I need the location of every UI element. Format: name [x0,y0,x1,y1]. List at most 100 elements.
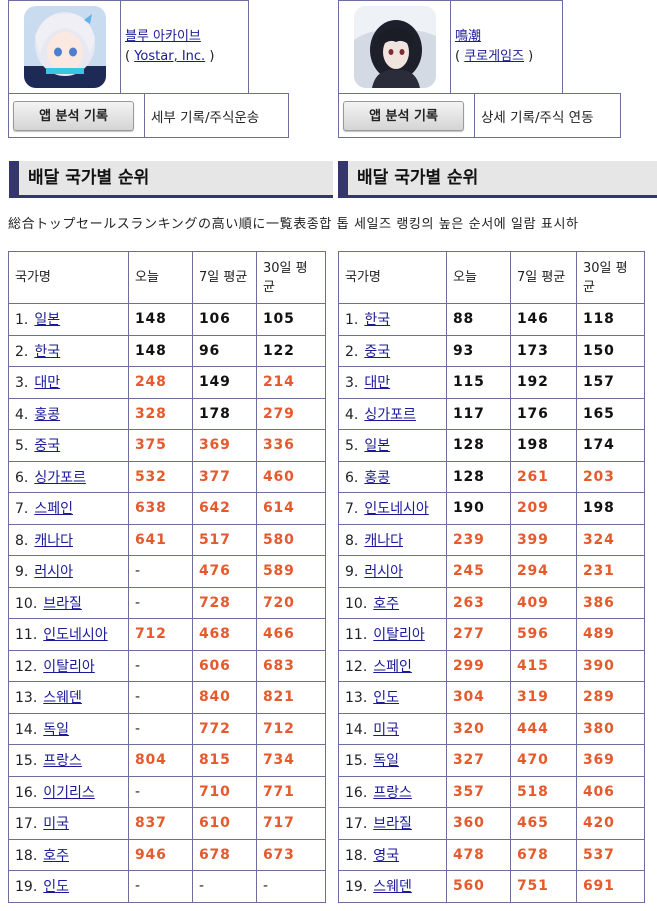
today-rank-cell: - [128,681,193,714]
country-link[interactable]: 한국 [364,312,390,328]
avg30-rank-cell: 717 [256,807,326,840]
rank-number: 13. [345,690,368,707]
country-link[interactable]: 브라질 [373,816,412,832]
avg30-rank-cell: 406 [576,775,645,808]
today-rank-cell: 277 [446,618,511,651]
table-row: 12. 스페인 299 415 390 [338,649,645,682]
today-rank-cell: - [128,649,193,682]
country-link[interactable]: 독일 [43,722,69,738]
country-link[interactable]: 인도네시아 [43,627,107,643]
country-link[interactable]: 인도네시아 [364,501,428,517]
avg30-rank-cell: 150 [576,334,645,367]
today-rank-cell: 320 [446,712,511,745]
today-rank-cell: 946 [128,838,193,871]
country-cell: 8. 캐나다 [8,523,129,556]
country-link[interactable]: 스웨덴 [373,879,412,895]
country-link[interactable]: 프랑스 [373,785,412,801]
country-link[interactable]: 일본 [364,438,390,454]
avg30-rank-cell: 771 [256,775,326,808]
country-link[interactable]: 프랑스 [43,753,82,769]
country-cell: 3. 대만 [8,366,129,399]
table-header-row: 국가명 오늘 7일 평균 30일 평균 [8,251,326,304]
country-cell: 13. 스웨덴 [8,681,129,714]
country-link[interactable]: 중국 [34,438,60,454]
today-rank-cell: 190 [446,492,511,525]
country-link[interactable]: 스웨덴 [43,690,82,706]
avg7-rank-cell: 610 [192,807,257,840]
country-cell: 12. 이탈리아 [8,649,129,682]
wuthering-waves-app-icon[interactable] [353,6,436,88]
country-link[interactable]: 브라질 [43,596,82,612]
country-link[interactable]: 영국 [373,848,399,864]
table-row: 1. 일본 148 106 105 [8,303,326,336]
avg7-rank-cell: 369 [192,429,257,462]
country-cell: 5. 일본 [338,429,447,462]
today-rank-cell: 117 [446,397,511,430]
right-action-row: 앱 분석 기록 상세 기록/주식 연동 [338,93,621,138]
avg30-rank-cell: 118 [576,303,645,336]
avg7-rank-cell: 96 [192,334,257,367]
country-link[interactable]: 스페인 [373,659,412,675]
country-link[interactable]: 중국 [364,344,390,360]
country-link[interactable]: 인도 [373,690,399,706]
rank-number: 2. [345,343,359,360]
today-rank-cell: 148 [128,334,193,367]
rank-number: 15. [345,753,368,770]
avg7-rank-cell: 261 [510,460,577,493]
country-cell: 17. 브라질 [338,807,447,840]
country-link[interactable]: 캐나다 [34,533,73,549]
country-link[interactable]: 이탈리아 [373,627,425,643]
country-cell: 2. 한국 [8,334,129,367]
today-rank-cell: 360 [446,807,511,840]
country-link[interactable]: 인도 [43,879,69,895]
table-row: 14. 독일 -772 712 [8,712,326,745]
country-link[interactable]: 대만 [34,375,60,391]
blue-archive-app-icon[interactable] [23,6,106,88]
left-publisher-link[interactable]: Yostar, Inc. [134,49,205,64]
country-link[interactable]: 미국 [373,722,399,738]
country-link[interactable]: 싱가포르 [34,470,86,486]
country-link[interactable]: 대만 [364,375,390,391]
avg7-rank-cell: 596 [510,618,577,651]
rank-number: 4. [345,406,359,423]
country-link[interactable]: 싱가포르 [364,407,416,423]
country-cell: 4. 홍콩 [8,397,129,430]
country-cell: 15. 프랑스 [8,744,129,777]
country-link[interactable]: 이탈리아 [43,659,95,675]
country-link[interactable]: 호주 [373,596,399,612]
country-cell: 8. 캐나다 [338,523,447,556]
avg30-rank-cell: 466 [256,618,326,651]
left-app-analysis-button[interactable]: 앱 분석 기록 [13,100,134,131]
today-rank-cell: - [128,775,193,808]
left-app-name-link[interactable]: 블루 아카이브 [125,29,201,44]
country-link[interactable]: 미국 [43,816,69,832]
country-link[interactable]: 스페인 [34,501,73,517]
country-link[interactable]: 이기리스 [43,785,95,801]
right-app-name-link[interactable]: 鳴潮 [455,29,481,44]
country-link[interactable]: 한국 [34,344,60,360]
left-app-name-cell: 블루 아카이브 ( Yostar, Inc. ) [120,0,249,94]
right-publisher-link[interactable]: 쿠로게임즈 [464,49,524,64]
today-rank-cell: 328 [128,397,193,430]
country-link[interactable]: 홍콩 [364,470,390,486]
country-link[interactable]: 러시아 [364,564,403,580]
avg7-rank-cell: 517 [192,523,257,556]
right-app-analysis-button[interactable]: 앱 분석 기록 [343,100,464,131]
country-link[interactable]: 일본 [34,312,60,328]
rank-number: 9. [345,564,359,581]
left-detail-label: 세부 기록/주식운송 [144,93,289,138]
avg7-rank-cell: 444 [510,712,577,745]
today-rank-cell: 712 [128,618,193,651]
rank-number: 5. [15,438,29,455]
country-link[interactable]: 러시아 [34,564,73,580]
avg7-rank-cell: 678 [510,838,577,871]
country-link[interactable]: 독일 [373,753,399,769]
today-rank-cell: - [128,555,193,588]
right-button-cell: 앱 분석 기록 [338,93,475,138]
rank-number: 13. [15,690,38,707]
country-link[interactable]: 캐나다 [364,533,403,549]
country-link[interactable]: 홍콩 [34,407,60,423]
today-rank-cell: 245 [446,555,511,588]
country-link[interactable]: 호주 [43,848,69,864]
avg7-rank-cell: 476 [192,555,257,588]
